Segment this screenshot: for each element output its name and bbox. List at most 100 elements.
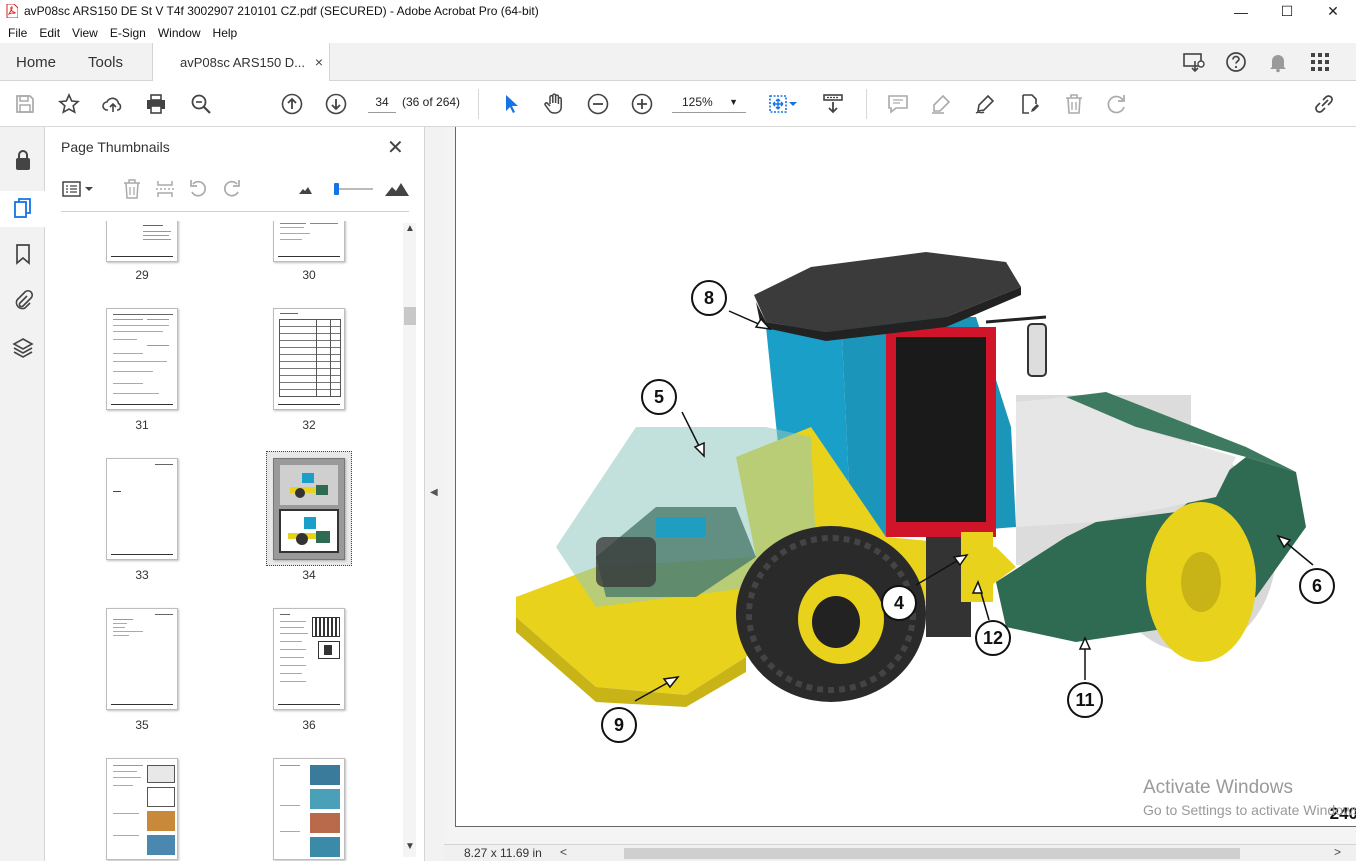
page-number-input[interactable]: 34 [368,91,396,113]
delete-page-icon[interactable] [120,177,144,201]
thumbnail-label: 36 [302,718,316,732]
panel-divider [61,211,409,212]
thumbnail-page[interactable] [106,308,178,410]
tab-tools[interactable]: Tools [88,43,123,81]
document-view[interactable]: 8 5 4 12 6 11 9 240 Activate Windows Go … [444,127,1356,844]
lock-icon[interactable] [10,147,36,173]
scroll-right-icon[interactable]: > [1334,845,1341,859]
fit-dropdown-chevron-icon[interactable] [787,91,799,117]
maximize-button[interactable]: ☐ [1264,0,1310,23]
zoom-in-icon[interactable] [629,91,655,117]
search-zoom-icon[interactable] [188,91,214,117]
horizontal-scrollbar[interactable] [624,848,1240,859]
pdf-page: 8 5 4 12 6 11 9 240 [455,127,1356,827]
status-bar: 8.27 x 11.69 in < > [444,844,1356,861]
activate-windows-watermark: Activate Windows [1143,777,1293,798]
menu-window[interactable]: Window [152,26,207,40]
callout-11: 11 [1067,682,1103,718]
hand-tool-icon[interactable] [541,91,567,117]
menu-esign[interactable]: E-Sign [104,26,152,40]
redo-icon[interactable] [1104,91,1130,117]
tab-document[interactable]: avP08sc ARS150 D... × [152,43,330,82]
close-window-button[interactable]: ✕ [1310,0,1356,23]
bell-icon[interactable] [1266,51,1290,73]
zoom-select[interactable]: 125% ▼ [672,91,746,113]
bookmark-icon[interactable] [10,241,36,267]
print-icon[interactable] [143,91,169,117]
thumbnails-grid: 29 30 31 32 33 34 35 36 [45,221,403,861]
rotate-right-icon[interactable] [220,177,244,201]
thumbnail-page[interactable] [273,758,345,860]
zoom-out-icon[interactable] [585,91,611,117]
tab-document-label: avP08sc ARS150 D... [180,55,306,70]
activate-windows-hint: Go to Settings to activate Windows. [1143,802,1356,818]
scroll-mode-icon[interactable] [820,91,846,117]
menu-bar: File Edit View E-Sign Window Help [0,23,1356,43]
callout-9: 9 [601,707,637,743]
thumbnail-options-icon[interactable] [61,177,95,201]
menu-help[interactable]: Help [207,26,244,40]
tabs-row: Home Tools avP08sc ARS150 D... × [0,43,1356,82]
comment-icon[interactable] [885,91,911,117]
layers-icon[interactable] [10,335,36,361]
thumbnail-page[interactable] [273,221,345,262]
share-screen-icon[interactable] [1182,51,1206,73]
scroll-left-icon[interactable]: < [560,845,567,859]
thumbnail-label: 35 [135,718,149,732]
thumbnails-scroll-thumb[interactable] [404,307,416,325]
thumbnail-page-selected[interactable] [273,458,345,560]
acrobat-pdf-icon [6,4,18,18]
previous-page-icon[interactable] [279,91,305,117]
collapse-panel-icon[interactable]: ◀ [430,487,438,498]
highlighter-icon[interactable] [928,91,954,117]
thumbnail-page[interactable] [106,758,178,860]
delete-trash-icon[interactable] [1061,91,1087,117]
page-thumbnails-icon[interactable] [10,195,36,221]
upload-cloud-icon[interactable] [100,91,126,117]
star-icon[interactable] [56,91,82,117]
thumbnail-page[interactable] [273,308,345,410]
page-size-label: 8.27 x 11.69 in [464,846,542,860]
large-mountain-icon[interactable] [384,177,410,201]
thumbnail-label: 34 [302,568,316,582]
apps-grid-icon[interactable] [1308,51,1332,73]
zoom-chevron-down-icon: ▼ [729,97,738,107]
zoom-value: 125% [682,95,713,109]
callout-4: 4 [881,585,917,621]
minimize-button[interactable]: — [1218,0,1264,23]
scroll-up-icon[interactable]: ▲ [404,223,416,235]
small-mountain-icon[interactable] [296,177,314,201]
next-page-icon[interactable] [323,91,349,117]
edit-text-icon[interactable] [1016,91,1042,117]
thumbnail-label: 31 [135,418,149,432]
scroll-down-icon[interactable]: ▼ [404,841,416,853]
toolbar-divider [478,89,479,119]
thumbnail-page[interactable] [106,608,178,710]
callout-8: 8 [691,280,727,316]
close-tab-icon[interactable]: × [315,54,323,70]
extract-page-icon[interactable] [153,177,177,201]
select-cursor-icon[interactable] [498,91,524,117]
attachment-paperclip-icon[interactable] [10,287,36,313]
left-rail [0,127,45,861]
rotate-left-icon[interactable] [186,177,210,201]
tab-home[interactable]: Home [16,43,56,81]
thumbnail-page[interactable] [106,221,178,262]
panel-splitter[interactable]: ◀ [425,127,444,861]
thumbnail-size-slider[interactable] [327,177,375,201]
callout-5: 5 [641,379,677,415]
link-share-icon[interactable] [1311,91,1337,117]
thumbnail-page[interactable] [106,458,178,560]
toolbar-divider [866,89,867,119]
panel-close-icon[interactable]: ✕ [387,135,404,160]
save-icon[interactable] [12,91,38,117]
thumbnail-label: 30 [302,268,316,282]
thumbnail-page[interactable] [273,608,345,710]
menu-view[interactable]: View [66,26,104,40]
callout-6: 6 [1299,568,1335,604]
help-icon[interactable] [1224,51,1248,73]
menu-file[interactable]: File [2,26,33,40]
panel-title: Page Thumbnails [61,139,170,155]
draw-pen-icon[interactable] [972,91,998,117]
menu-edit[interactable]: Edit [33,26,66,40]
